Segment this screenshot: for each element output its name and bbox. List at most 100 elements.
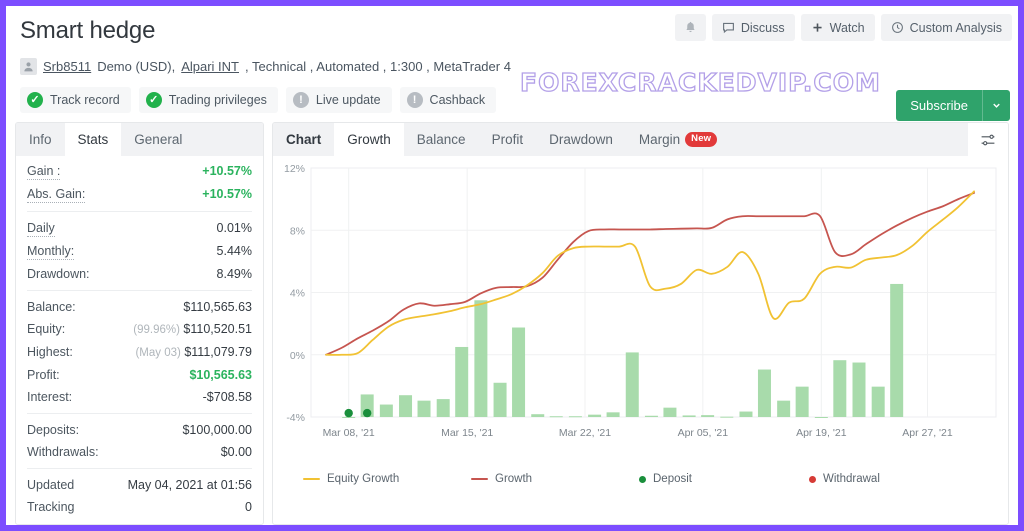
stats-list: Gain : +10.57% Abs. Gain: +10.57% Daily … (16, 156, 263, 524)
discuss-button[interactable]: Discuss (711, 14, 795, 41)
chart-bar (417, 400, 431, 417)
stat-row-equity: Equity: (99.96%) $110,520.51 (27, 318, 252, 341)
page-header: Smart hedge Discuss Watch Custom Analysi… (6, 6, 1018, 121)
growth-chart[interactable]: 12% 8% 4% 0% -4% Mar 08, '21 Mar 15, '21 Mar 22… (273, 156, 1008, 467)
x-axis-tick-label: Mar 08, '21 (323, 427, 375, 439)
stat-value: 8.49% (216, 267, 252, 281)
chart-bar (588, 414, 602, 417)
chart-bar (701, 415, 715, 417)
stat-label: Balance: (27, 300, 76, 314)
x-axis-tick-label: Mar 22, '21 (559, 427, 611, 439)
legend-item-equity-growth[interactable]: Equity Growth (303, 473, 471, 485)
tab-chart[interactable]: Chart (273, 123, 334, 156)
stat-row-abs-gain: Abs. Gain: +10.57% (27, 183, 252, 206)
chart-bar (531, 414, 545, 417)
stat-value: $10,565.63 (189, 368, 252, 382)
divider (27, 468, 252, 469)
status-badge[interactable]: ✓ Trading privileges (138, 87, 278, 113)
y-axis-tick-label: 8% (290, 225, 305, 237)
chart-bar (606, 412, 620, 417)
stat-value: $110,565.63 (183, 300, 252, 314)
stat-value-prefix: (99.96%) (133, 324, 180, 336)
stat-row-balance: Balance: $110,565.63 (27, 296, 252, 318)
clock-icon (891, 21, 904, 34)
discuss-label: Discuss (740, 20, 785, 35)
stat-label: Daily (27, 221, 55, 237)
status-badge[interactable]: ✓ Track record (20, 87, 131, 113)
stat-row-withdrawals: Withdrawals: $0.00 (27, 441, 252, 463)
divider (27, 413, 252, 414)
chart-bar (474, 300, 488, 417)
chart-bar (644, 415, 658, 417)
chart-bar (625, 352, 639, 417)
tab-profit[interactable]: Profit (479, 123, 537, 156)
stat-label: Profit: (27, 368, 60, 382)
account-broker-link[interactable]: Alpari INT (181, 59, 239, 74)
stat-row-profit: Profit: $10,565.63 (27, 364, 252, 386)
stat-value: 0.01% (216, 221, 252, 235)
account-details: , Technical , Automated , 1:300 , MetaTr… (245, 59, 511, 74)
stat-row-updated: Updated May 04, 2021 at 01:56 (27, 474, 252, 496)
divider (27, 290, 252, 291)
stat-label: Withdrawals: (27, 445, 99, 459)
chevron-down-icon[interactable] (982, 90, 1010, 121)
chart-bar (814, 417, 828, 418)
legend-item-growth[interactable]: Growth (471, 473, 639, 485)
status-badge-label: Cashback (429, 93, 486, 107)
stat-label: Updated (27, 478, 75, 492)
tab-drawdown[interactable]: Drawdown (536, 123, 626, 156)
chart-bar (795, 386, 809, 417)
legend-label: Deposit (653, 473, 692, 485)
tab-margin[interactable]: Margin New (626, 123, 730, 156)
chart-bar (399, 395, 413, 417)
x-axis-tick-label: Apr 05, '21 (678, 427, 729, 439)
tab-info[interactable]: Info (16, 123, 65, 156)
notifications-button[interactable] (674, 14, 706, 41)
chart-bar (682, 415, 696, 417)
stat-value: $0.00 (220, 445, 252, 459)
header-actions: Discuss Watch Custom Analysis (674, 14, 1012, 41)
stat-label: Interest: (27, 390, 73, 404)
status-badges: ✓ Track record ✓ Trading privileges ! Li… (20, 87, 1004, 113)
legend-item-withdrawal[interactable]: Withdrawal (809, 473, 880, 485)
x-axis-tick-label: Mar 15, '21 (441, 427, 493, 439)
chart-bar (739, 411, 753, 417)
chart-panel: Chart Growth Balance Profit Drawdown Mar… (272, 122, 1009, 525)
stat-value: 5.44% (216, 244, 252, 258)
tab-general[interactable]: General (121, 123, 196, 156)
tab-stats[interactable]: Stats (64, 123, 122, 156)
stat-row-monthly: Monthly: 5.44% (27, 240, 252, 263)
comment-icon (722, 21, 735, 34)
x-axis-tick-label: Apr 27, '21 (902, 427, 953, 439)
watch-button[interactable]: Watch (800, 14, 875, 41)
chart-marker-deposit[interactable] (362, 408, 372, 418)
subscribe-button[interactable]: Subscribe (896, 90, 1010, 121)
stat-row-drawdown: Drawdown: 8.49% (27, 263, 252, 285)
status-badge[interactable]: ! Live update (285, 87, 392, 113)
chart-bar (757, 369, 771, 417)
chart-bar (512, 327, 526, 417)
chart-bar (379, 404, 393, 417)
chart-bar (436, 399, 450, 417)
stat-label: Tracking (27, 500, 75, 514)
legend-item-deposit[interactable]: Deposit (639, 473, 809, 485)
chart-marker-deposit[interactable] (344, 408, 353, 418)
stat-row-deposits: Deposits: $100,000.00 (27, 419, 252, 441)
account-username-link[interactable]: Srb8511 (43, 59, 91, 74)
y-axis-tick-label: 0% (290, 350, 305, 362)
custom-analysis-button[interactable]: Custom Analysis (880, 14, 1012, 41)
chart-bar (777, 400, 791, 417)
chart-svg: 12% 8% 4% 0% -4% Mar 08, '21 Mar 15, '21 Mar 22… (284, 163, 997, 439)
legend-dot-icon (639, 475, 646, 483)
tab-margin-label: Margin (638, 132, 681, 147)
stat-row-highest: Highest: (May 03) $111,079.79 (27, 341, 252, 364)
tab-balance[interactable]: Balance (404, 123, 479, 156)
chart-bar (890, 283, 904, 417)
status-badge[interactable]: ! Cashback (399, 87, 497, 113)
stat-value: May 04, 2021 at 01:56 (127, 478, 252, 492)
tab-growth[interactable]: Growth (334, 123, 404, 156)
sliders-icon[interactable] (968, 123, 1008, 156)
app-window: Smart hedge Discuss Watch Custom Analysi… (6, 6, 1018, 525)
legend-label: Equity Growth (327, 473, 400, 485)
plus-icon (811, 21, 824, 34)
